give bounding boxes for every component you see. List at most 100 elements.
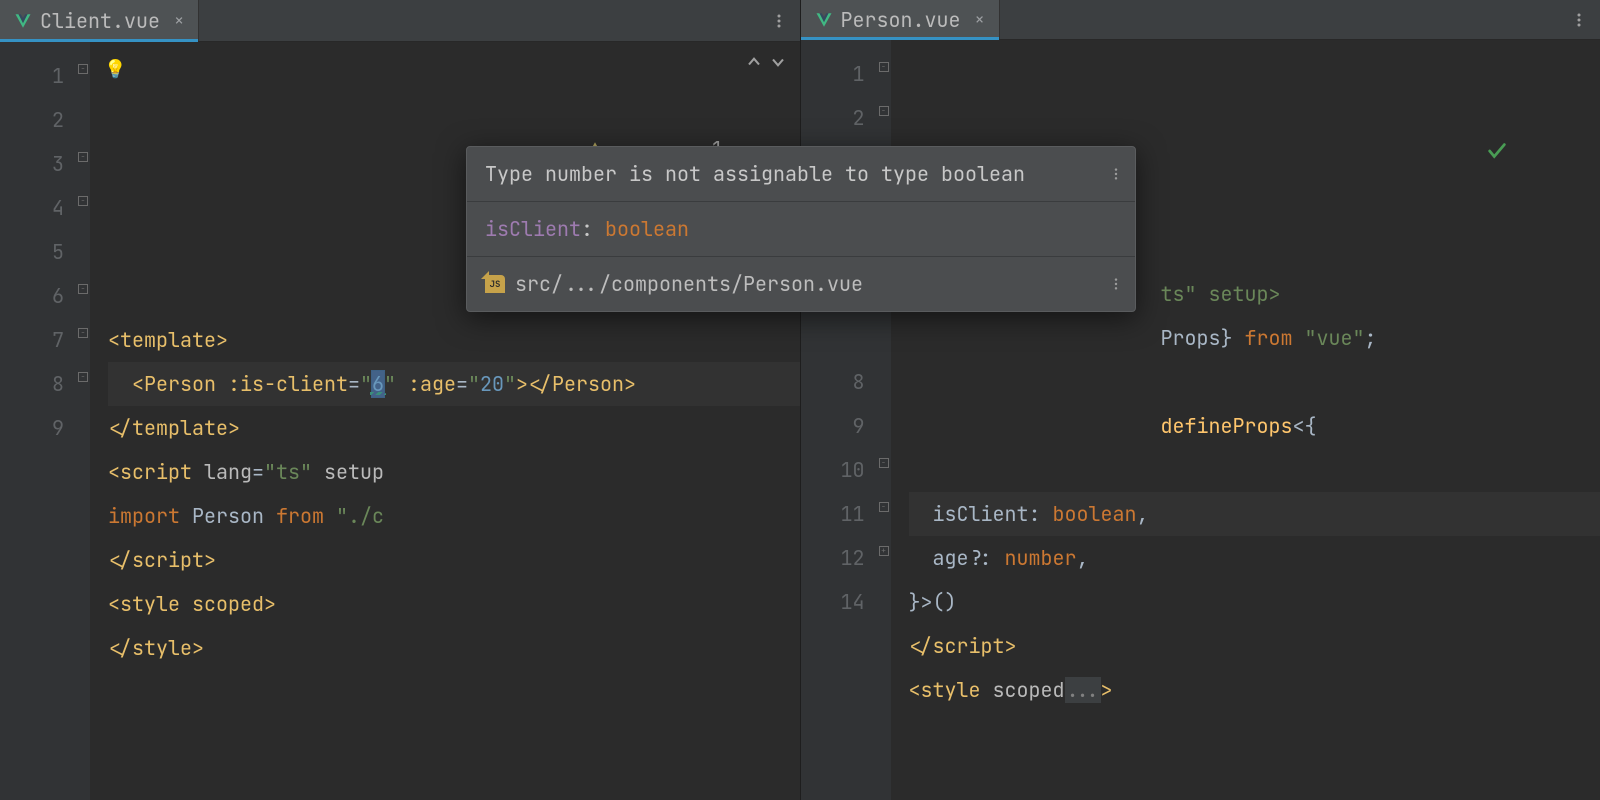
prev-highlight-icon[interactable]: [744, 52, 764, 72]
tab-person-vue[interactable]: Person.vue ×: [801, 0, 1000, 39]
line-number: 1: [801, 52, 865, 96]
code-token: </script>: [108, 547, 216, 573]
inspection-ok-icon[interactable]: [1486, 52, 1582, 250]
code-token: <{: [1293, 413, 1317, 439]
code-token: <style scoped>: [108, 591, 276, 617]
close-icon[interactable]: ×: [174, 10, 184, 32]
fold-toggle-icon[interactable]: −: [879, 62, 889, 72]
code-token: ></Person>: [516, 371, 636, 397]
fold-column: − − − − − −: [76, 42, 90, 800]
tooltip-more-icon[interactable]: [1109, 277, 1123, 291]
folded-placeholder[interactable]: ...: [1065, 677, 1101, 703]
code-token: Person: [180, 503, 276, 529]
fold-toggle-icon[interactable]: −: [78, 152, 88, 162]
tab-label: Client.vue: [40, 8, 160, 34]
line-number: 12: [801, 536, 865, 580]
code-token: Props}: [1161, 325, 1245, 351]
fold-toggle-icon[interactable]: −: [78, 64, 88, 74]
tab-overflow-button[interactable]: [758, 0, 800, 41]
code-token: =: [348, 371, 360, 397]
code-token: =: [456, 371, 468, 397]
editor-pane-left: Client.vue × 1 2 3 4 5 6 7 8 9 − − − − −…: [0, 0, 800, 800]
code-token: ;: [1365, 325, 1377, 351]
line-number: 4: [0, 186, 64, 230]
line-number: 10: [801, 448, 865, 492]
code-token: </script>: [909, 633, 1017, 659]
editor-pane-right: Person.vue × 1 2 8 9 10 11 12 14 − − −: [800, 0, 1600, 800]
line-number: 2: [801, 96, 865, 140]
code-token: "./c: [324, 503, 384, 529]
code-token: :age: [408, 371, 456, 397]
fold-toggle-icon[interactable]: −: [879, 106, 889, 116]
line-number: 3: [0, 142, 64, 186]
code-token: isClient: [933, 501, 1029, 527]
tooltip-source-row[interactable]: JS src/.../components/Person.vue: [467, 256, 1135, 311]
type-error-tooltip: Type number is not assignable to type bo…: [466, 146, 1136, 312]
line-number: 5: [0, 230, 64, 274]
code-token: scoped: [993, 677, 1065, 703]
tab-bar: Client.vue ×: [0, 0, 800, 42]
line-number: 6: [0, 274, 64, 318]
code-token: number: [1005, 545, 1077, 571]
fold-toggle-icon[interactable]: −: [78, 284, 88, 294]
code-token: <Person: [132, 371, 228, 397]
code-token: </template>: [108, 415, 240, 441]
code-token: ,: [1077, 545, 1089, 571]
code-token: ,: [1137, 501, 1149, 527]
vue-icon: [815, 11, 833, 29]
line-number: 7: [0, 318, 64, 362]
code-token: :: [1029, 501, 1053, 527]
line-number: 9: [0, 406, 64, 450]
code-token: </style>: [108, 635, 204, 661]
fold-toggle-icon[interactable]: −: [879, 502, 889, 512]
line-number: 8: [801, 360, 865, 404]
code-token: 20: [480, 371, 504, 397]
intention-bulb-icon[interactable]: 💡: [104, 48, 126, 92]
code-token: from: [276, 503, 324, 529]
tooltip-more-icon[interactable]: [1109, 167, 1123, 181]
code-token: age?: [933, 545, 981, 571]
tooltip-message: Type number is not assignable to type bo…: [485, 161, 1025, 187]
code-token: ": [504, 371, 516, 397]
tab-overflow-button[interactable]: [1558, 0, 1600, 39]
next-highlight-icon[interactable]: [768, 52, 788, 72]
code-token: >: [1101, 677, 1113, 703]
code-token: "vue": [1293, 325, 1365, 351]
fold-toggle-icon[interactable]: −: [78, 328, 88, 338]
tooltip-message-row: Type number is not assignable to type bo…: [467, 147, 1135, 201]
fold-toggle-icon[interactable]: −: [78, 372, 88, 382]
close-icon[interactable]: ×: [975, 9, 985, 31]
line-gutter: 1 2 3 4 5 6 7 8 9 − − − − − −: [0, 42, 90, 800]
code-token: =: [252, 459, 264, 485]
tooltip-signature-row: isClient: boolean: [467, 201, 1135, 256]
js-file-icon: JS: [485, 275, 505, 293]
fold-toggle-icon[interactable]: +: [879, 546, 889, 556]
code-token: "ts": [264, 459, 312, 485]
tooltip-prop-name: isClient: [485, 216, 581, 242]
code-token: <script: [108, 459, 204, 485]
vue-icon: [14, 12, 32, 30]
line-number: 8: [0, 362, 64, 406]
line-number: 11: [801, 492, 865, 536]
fold-toggle-icon[interactable]: −: [78, 196, 88, 206]
code-token: from: [1245, 325, 1293, 351]
code-token: setup: [312, 459, 384, 485]
tab-label: Person.vue: [841, 7, 961, 33]
code-token: :: [981, 545, 1005, 571]
code-token: boolean: [1053, 501, 1137, 527]
error-value: 6: [372, 371, 384, 397]
tooltip-sep: :: [581, 216, 605, 242]
code-token: defineProps: [1161, 413, 1293, 439]
tab-bar: Person.vue ×: [801, 0, 1600, 40]
code-token: :is-client: [228, 371, 348, 397]
fold-toggle-icon[interactable]: −: [879, 458, 889, 468]
code-token: <style: [909, 677, 993, 703]
line-number: 1: [0, 54, 64, 98]
code-token: lang: [204, 459, 252, 485]
tab-client-vue[interactable]: Client.vue ×: [0, 0, 199, 41]
tooltip-prop-type: boolean: [605, 216, 689, 242]
code-token: ts" setup>: [1161, 281, 1281, 307]
code-token: }>(): [909, 589, 957, 615]
line-number: 14: [801, 580, 865, 624]
line-number: 9: [801, 404, 865, 448]
